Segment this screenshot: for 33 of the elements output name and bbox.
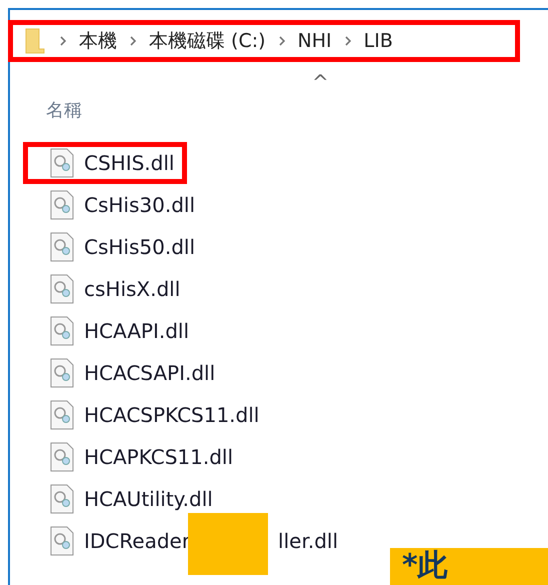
file-name[interactable]: CsHis30.dll (84, 193, 196, 217)
breadcrumb[interactable]: NHI (298, 30, 332, 52)
breadcrumb[interactable]: 本機 (79, 28, 117, 54)
column-header[interactable]: 名稱 (46, 98, 82, 122)
address-bar[interactable]: 本機 本機磁碟 (C:) NHI LIB (8, 20, 520, 62)
file-name[interactable]: HCAAPI.dll (84, 319, 190, 343)
chevron-icon (278, 35, 286, 47)
file-name[interactable]: HCACSPKCS11.dll (84, 403, 260, 427)
file-name[interactable]: HCACSAPI.dll (84, 361, 216, 385)
file-name[interactable]: HCAPKCS11.dll (84, 445, 234, 469)
chevron-icon (59, 35, 67, 47)
file-name[interactable]: CsHis50.dll (84, 235, 196, 259)
breadcrumb[interactable]: LIB (364, 30, 393, 52)
file-icon (50, 358, 74, 388)
chevron-icon (344, 35, 352, 47)
caption-banner: *此 (390, 548, 548, 585)
file-icon (50, 190, 74, 220)
file-icon (50, 484, 74, 514)
file-name[interactable]: csHisX.dll (84, 277, 180, 301)
chevron-icon (129, 35, 137, 47)
sort-indicator: ^ (312, 69, 329, 92)
file-name[interactable]: HCAUtility.dll (84, 487, 213, 511)
file-name[interactable]: ller.dll (278, 529, 338, 553)
file-icon (50, 232, 74, 262)
file-name[interactable]: IDCReader (84, 529, 190, 553)
file-icon (50, 526, 74, 556)
file-icon (50, 442, 74, 472)
breadcrumb[interactable]: 本機磁碟 (C:) (149, 28, 266, 54)
file-icon (50, 148, 74, 178)
folder-icon (25, 28, 45, 54)
file-icon (50, 316, 74, 346)
file-icon (50, 400, 74, 430)
file-icon (50, 274, 74, 304)
